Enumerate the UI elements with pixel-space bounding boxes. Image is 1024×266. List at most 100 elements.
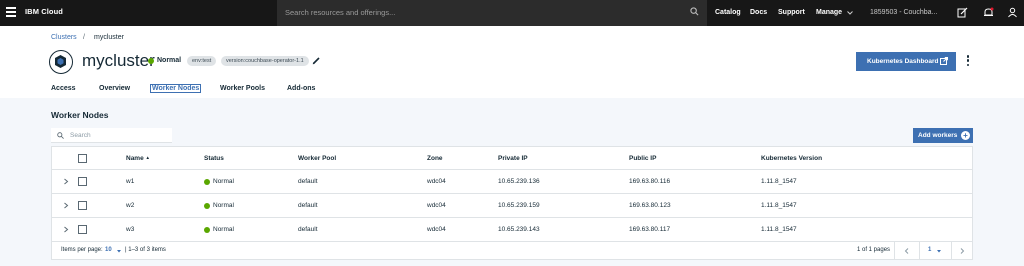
select-all-checkbox[interactable] <box>78 154 87 163</box>
status-ok-icon <box>148 57 154 64</box>
edit-icon[interactable] <box>957 7 968 18</box>
tab-overview[interactable]: Overview <box>99 85 130 92</box>
brand-logo[interactable]: IBM Cloud <box>25 7 63 16</box>
menu-icon[interactable] <box>6 7 16 17</box>
items-per-page-select[interactable]: 10 <box>105 247 112 253</box>
account-switcher[interactable]: 1859503 - Couchba... <box>858 0 940 26</box>
page-title: mycluster <box>82 51 155 70</box>
chevron-down-icon[interactable] <box>115 247 123 255</box>
top-navigation: IBM Cloud Search resources and offerings… <box>0 0 1024 26</box>
tab-access[interactable]: Access <box>51 85 76 92</box>
cell-public-ip: 169.63.80.116 <box>629 178 671 185</box>
status-ok-icon <box>204 203 210 209</box>
cell-public-ip: 169.63.80.123 <box>629 202 671 209</box>
status-ok-icon <box>204 179 210 185</box>
column-header-status: Status <box>204 155 224 162</box>
kubernetes-dashboard-button[interactable]: Kubernetes Dashboard <box>856 52 956 71</box>
cell-worker-pool: default <box>298 202 318 209</box>
table-search-placeholder: Search <box>70 132 91 139</box>
add-workers-label: Add workers <box>918 132 958 139</box>
cell-status-text: Normal <box>213 226 234 233</box>
items-per-page-label: Items per page: <box>61 247 103 253</box>
chevron-left-icon[interactable] <box>903 247 911 255</box>
add-workers-button[interactable]: Add workers + <box>913 128 973 143</box>
edit-tags-icon[interactable] <box>312 56 321 65</box>
breadcrumb-separator: / <box>83 34 85 41</box>
kubernetes-dashboard-label: Kubernetes Dashboard <box>867 58 939 65</box>
cell-public-ip: 169.63.80.117 <box>629 226 671 233</box>
kubernetes-cluster-icon <box>49 50 73 74</box>
global-search-placeholder: Search resources and offerings... <box>285 8 396 17</box>
page-header: Clusters / mycluster mycluster Normal en… <box>0 26 1024 98</box>
cell-worker-pool: default <box>298 226 318 233</box>
pagination-divider <box>951 241 952 260</box>
launch-icon <box>940 57 948 65</box>
tab-worker-nodes[interactable]: Worker Nodes <box>150 84 202 93</box>
tab-add-ons[interactable]: Add-ons <box>287 85 315 92</box>
user-icon[interactable] <box>1007 7 1018 18</box>
column-header-kubernetes-version: Kubernetes Version <box>761 155 823 162</box>
nav-support[interactable]: Support <box>778 9 805 16</box>
cell-zone: wdc04 <box>427 202 446 209</box>
sort-ascending-icon: ▲ <box>145 155 150 160</box>
column-name-label: Name <box>126 155 144 162</box>
chevron-right-icon[interactable] <box>958 247 966 255</box>
breadcrumb-current: mycluster <box>94 34 124 41</box>
pagination-divider <box>894 241 895 260</box>
cell-zone: wdc04 <box>427 178 446 185</box>
search-icon[interactable] <box>690 7 699 16</box>
tag-version: version:couchbase-operator-1.1 <box>221 56 309 66</box>
page-count: 1 of 1 pages <box>857 247 891 253</box>
breadcrumb-clusters[interactable]: Clusters <box>51 34 77 41</box>
column-header-zone: Zone <box>427 155 443 162</box>
worker-nodes-table: Name ▲ Status Worker Pool Zone Private I… <box>51 146 973 260</box>
cell-zone: wdc04 <box>427 226 446 233</box>
cell-status-text: Normal <box>213 178 234 185</box>
table-row: w2 Normal default wdc04 10.65.239.159 16… <box>52 194 972 218</box>
table-search-input[interactable]: Search <box>51 128 172 143</box>
column-header-worker-pool: Worker Pool <box>298 155 337 162</box>
nav-manage[interactable]: Manage <box>816 9 842 16</box>
cell-name: w3 <box>126 226 135 233</box>
chevron-right-icon[interactable] <box>63 178 69 185</box>
cell-private-ip: 10.65.239.159 <box>498 202 540 209</box>
column-header-public-ip: Public IP <box>629 155 657 162</box>
status-ok-icon <box>204 227 210 233</box>
cell-status-text: Normal <box>213 202 234 209</box>
current-page-select[interactable]: 1 <box>928 247 931 253</box>
column-header-name[interactable]: Name ▲ <box>126 155 150 162</box>
chevron-right-icon[interactable] <box>63 226 69 233</box>
item-range: | 1–3 of 3 items <box>125 247 166 253</box>
cell-worker-pool: default <box>298 178 318 185</box>
tab-worker-pools[interactable]: Worker Pools <box>220 85 265 92</box>
section-title: Worker Nodes <box>51 110 109 120</box>
cell-kubernetes-version: 1.11.8_1547 <box>761 178 797 185</box>
column-header-private-ip: Private IP <box>498 155 528 162</box>
chevron-down-icon[interactable] <box>846 9 854 17</box>
pagination-divider <box>919 241 920 260</box>
chevron-down-icon[interactable] <box>935 247 943 255</box>
row-checkbox[interactable] <box>78 201 87 210</box>
cluster-status-text: Normal <box>157 57 182 64</box>
table-row: w3 Normal default wdc04 10.65.239.143 16… <box>52 218 972 242</box>
account-name: 1859503 - Couchba... <box>870 9 938 16</box>
global-search-input[interactable]: Search resources and offerings... <box>277 0 707 26</box>
tag-env: env:test <box>187 56 217 66</box>
nav-catalog[interactable]: Catalog <box>715 9 741 16</box>
row-checkbox[interactable] <box>78 225 87 234</box>
cell-name: w2 <box>126 202 135 209</box>
cell-private-ip: 10.65.239.143 <box>498 226 540 233</box>
search-icon <box>57 132 64 139</box>
notification-icon[interactable] <box>983 7 994 18</box>
table-row: w1 Normal default wdc04 10.65.239.136 16… <box>52 170 972 194</box>
table-pagination: Items per page: 10 | 1–3 of 3 items 1 of… <box>52 241 972 260</box>
cell-kubernetes-version: 1.11.8_1547 <box>761 202 797 209</box>
chevron-right-icon[interactable] <box>63 202 69 209</box>
row-checkbox[interactable] <box>78 177 87 186</box>
add-icon: + <box>961 131 970 140</box>
cell-kubernetes-version: 1.11.8_1547 <box>761 226 797 233</box>
nav-docs[interactable]: Docs <box>750 9 767 16</box>
table-header: Name ▲ Status Worker Pool Zone Private I… <box>52 147 972 170</box>
overflow-menu-icon[interactable] <box>965 55 971 68</box>
cell-name: w1 <box>126 178 135 185</box>
